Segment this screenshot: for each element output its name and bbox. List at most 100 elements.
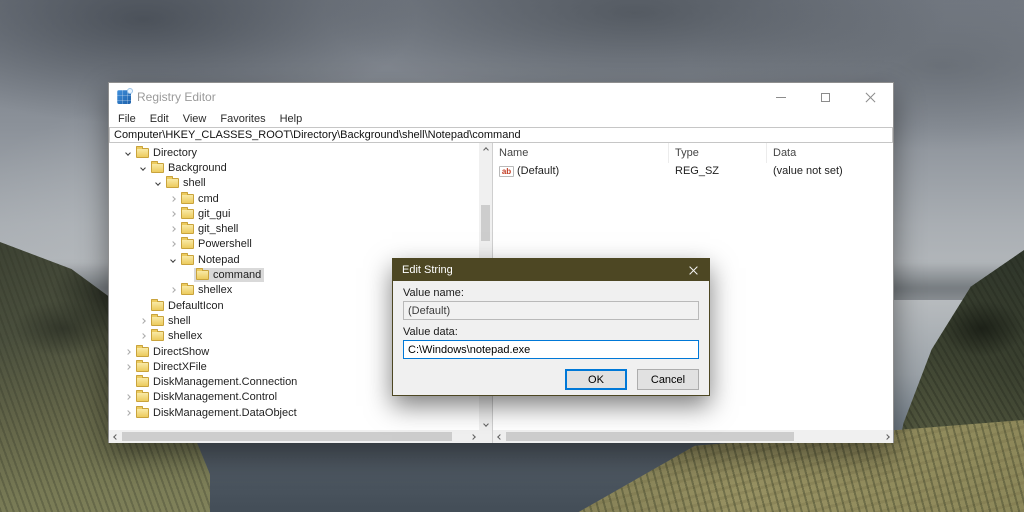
expand-icon[interactable] xyxy=(121,409,134,416)
tree-item-label: Powershell xyxy=(198,238,252,251)
registry-editor-icon xyxy=(117,88,133,104)
tree-item-label: DiskManagement.DataObject xyxy=(153,406,297,419)
expand-icon[interactable] xyxy=(136,318,149,324)
column-header-data[interactable]: Data xyxy=(767,143,893,163)
address-bar xyxy=(109,127,893,143)
tree-item-label: DiskManagement.Control xyxy=(153,391,278,404)
edit-string-dialog: Edit String Value name: Value data: OK C… xyxy=(392,258,710,396)
scroll-left-button[interactable] xyxy=(493,430,506,443)
dialog-buttons: OK Cancel xyxy=(403,369,699,390)
minimize-button[interactable] xyxy=(758,83,803,111)
list-body: ab (Default) REG_SZ (value not set) xyxy=(493,163,893,179)
folder-icon xyxy=(181,191,194,204)
expand-icon[interactable] xyxy=(166,210,179,217)
tree-item-label: command xyxy=(213,269,262,282)
menu-item-favorites[interactable]: Favorites xyxy=(213,113,272,125)
chevron-down-icon xyxy=(482,420,489,427)
folder-icon xyxy=(136,145,149,158)
cancel-button[interactable]: Cancel xyxy=(637,369,699,390)
value-data-field[interactable] xyxy=(403,340,699,359)
scroll-right-button[interactable] xyxy=(880,430,893,443)
tree-item-git-shell[interactable]: git_shell xyxy=(109,221,479,236)
title-bar[interactable]: Registry Editor xyxy=(109,83,893,111)
collapse-icon[interactable] xyxy=(121,149,134,156)
string-value-icon: ab xyxy=(499,165,514,177)
ok-button[interactable]: OK xyxy=(565,369,627,390)
tree-item-label: git_shell xyxy=(198,223,239,236)
tree-horizontal-scrollbar[interactable] xyxy=(109,430,479,443)
maximize-button[interactable] xyxy=(803,83,848,111)
folder-icon xyxy=(196,268,209,281)
tree-item-label: DirectShow xyxy=(153,345,210,358)
dialog-title: Edit String xyxy=(402,264,453,276)
address-input[interactable] xyxy=(110,128,892,142)
scroll-left-button[interactable] xyxy=(109,430,122,443)
folder-icon xyxy=(151,313,164,326)
folder-icon xyxy=(136,405,149,418)
scroll-down-button[interactable] xyxy=(479,417,492,430)
vertical-scroll-thumb[interactable] xyxy=(481,205,490,241)
collapse-icon[interactable] xyxy=(151,180,164,187)
dialog-body: Value name: Value data: OK Cancel xyxy=(393,281,709,390)
expand-icon[interactable] xyxy=(166,226,179,232)
folder-icon xyxy=(136,390,149,403)
close-button[interactable] xyxy=(848,83,893,111)
tree-item-diskmanagement-dataobject[interactable]: DiskManagement.DataObject xyxy=(109,405,479,420)
tree-item-git-gui[interactable]: git_gui xyxy=(109,206,479,221)
list-horizontal-scrollbar[interactable] xyxy=(493,430,893,443)
minimize-icon xyxy=(775,96,786,98)
dialog-close-button[interactable] xyxy=(677,259,709,281)
expand-icon[interactable] xyxy=(121,348,134,355)
chevron-left-icon xyxy=(496,433,503,440)
tree-item-label: cmd xyxy=(198,192,219,205)
value-data: (value not set) xyxy=(773,165,843,177)
column-header-name[interactable]: Name xyxy=(493,143,669,163)
tree-item-label: shell xyxy=(183,177,206,190)
expand-icon[interactable] xyxy=(136,333,149,340)
dialog-title-bar[interactable]: Edit String xyxy=(393,259,709,281)
tree-item-label: shellex xyxy=(168,330,203,343)
tree-item-directory[interactable]: Directory xyxy=(109,145,479,160)
folder-icon xyxy=(151,298,164,311)
horizontal-scroll-thumb[interactable] xyxy=(506,432,794,441)
folder-icon xyxy=(151,329,164,342)
close-icon xyxy=(689,266,698,275)
menu-item-edit[interactable]: Edit xyxy=(143,113,176,125)
menu-item-file[interactable]: File xyxy=(111,113,143,125)
value-row-default[interactable]: ab (Default) REG_SZ (value not set) xyxy=(493,163,893,179)
scrollbar-corner xyxy=(479,430,492,443)
horizontal-scroll-thumb[interactable] xyxy=(122,432,452,441)
expand-icon[interactable] xyxy=(121,363,134,370)
folder-icon xyxy=(181,283,194,296)
folder-icon xyxy=(181,206,194,219)
chevron-right-icon xyxy=(469,433,476,440)
tree-item-label: DirectXFile xyxy=(153,360,207,373)
collapse-icon[interactable] xyxy=(166,256,179,263)
tree-item-label: DefaultIcon xyxy=(168,299,224,312)
tree-item-cmd[interactable]: cmd xyxy=(109,191,479,206)
scroll-right-button[interactable] xyxy=(466,430,479,443)
value-name-field xyxy=(403,301,699,320)
collapse-icon[interactable] xyxy=(136,165,149,171)
menu-item-view[interactable]: View xyxy=(176,113,214,125)
list-column-headers: Name Type Data xyxy=(493,143,893,163)
expand-icon[interactable] xyxy=(121,394,134,401)
chevron-right-icon xyxy=(883,433,890,440)
expand-icon[interactable] xyxy=(166,287,179,294)
folder-icon xyxy=(181,237,194,250)
chevron-up-icon xyxy=(482,146,489,153)
scroll-up-button[interactable] xyxy=(479,143,492,156)
tree-item-shell[interactable]: shell xyxy=(109,176,479,191)
menu-item-help[interactable]: Help xyxy=(273,113,310,125)
tree-item-background[interactable]: Background xyxy=(109,160,479,175)
column-header-type[interactable]: Type xyxy=(669,143,767,163)
folder-icon xyxy=(136,344,149,357)
expand-icon[interactable] xyxy=(166,195,179,202)
expand-icon[interactable] xyxy=(166,241,179,248)
tree-item-powershell[interactable]: Powershell xyxy=(109,237,479,252)
folder-icon xyxy=(166,176,179,189)
menu-bar: File Edit View Favorites Help xyxy=(109,111,893,127)
folder-icon xyxy=(181,222,194,235)
tree-item-label: Directory xyxy=(153,146,198,159)
chevron-left-icon xyxy=(112,433,119,440)
